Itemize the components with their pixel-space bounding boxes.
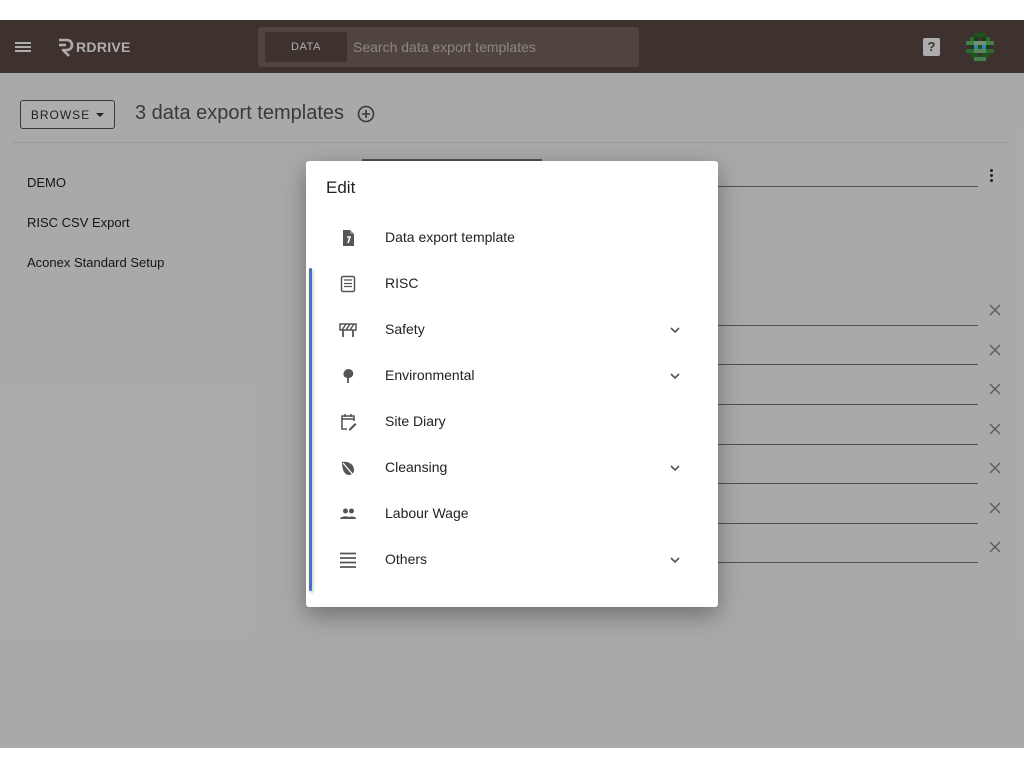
- app-window: RDRIVE DATA ? BROWSE 3 data export templ…: [0, 20, 1024, 748]
- menu-item-label: RISC: [385, 275, 419, 291]
- tree-icon: [343, 369, 354, 383]
- dialog-title: Edit: [326, 178, 356, 197]
- list-icon: [340, 552, 356, 568]
- active-section-indicator: [309, 268, 312, 591]
- form-icon: [340, 275, 356, 293]
- menu-item-label: Cleansing: [385, 459, 448, 475]
- chevron-down-icon[interactable]: [668, 461, 682, 475]
- menu-item-label: Data export template: [385, 229, 515, 245]
- menu-item-risc[interactable]: RISC: [316, 260, 708, 306]
- menu-item-safety[interactable]: Safety: [316, 306, 708, 352]
- menu-item-data-export-template[interactable]: Data export template: [316, 214, 708, 260]
- menu-item-environmental[interactable]: Environmental: [316, 352, 708, 398]
- menu-item-label: Safety: [385, 321, 425, 337]
- chevron-down-icon[interactable]: [668, 369, 682, 383]
- menu-item-site-diary[interactable]: Site Diary: [316, 398, 708, 444]
- leaf-icon: [342, 461, 355, 477]
- menu-item-others[interactable]: Others: [316, 536, 708, 582]
- chevron-down-icon[interactable]: [668, 323, 682, 337]
- menu-item-cleansing[interactable]: Cleansing: [316, 444, 708, 490]
- menu-item-label: Labour Wage: [385, 505, 469, 521]
- people-icon: [340, 508, 356, 519]
- menu-item-label: Others: [385, 551, 428, 567]
- calendar-edit-icon: [341, 414, 357, 431]
- file-export-icon: [343, 230, 354, 246]
- menu-item-label: Environmental: [385, 367, 475, 383]
- menu-item-label: Site Diary: [385, 413, 446, 429]
- chevron-down-icon[interactable]: [668, 553, 682, 567]
- barrier-icon: [339, 323, 357, 337]
- edit-dialog: Edit Data export template RISC Safety En…: [306, 161, 718, 607]
- menu-item-labour-wage[interactable]: Labour Wage: [316, 490, 708, 536]
